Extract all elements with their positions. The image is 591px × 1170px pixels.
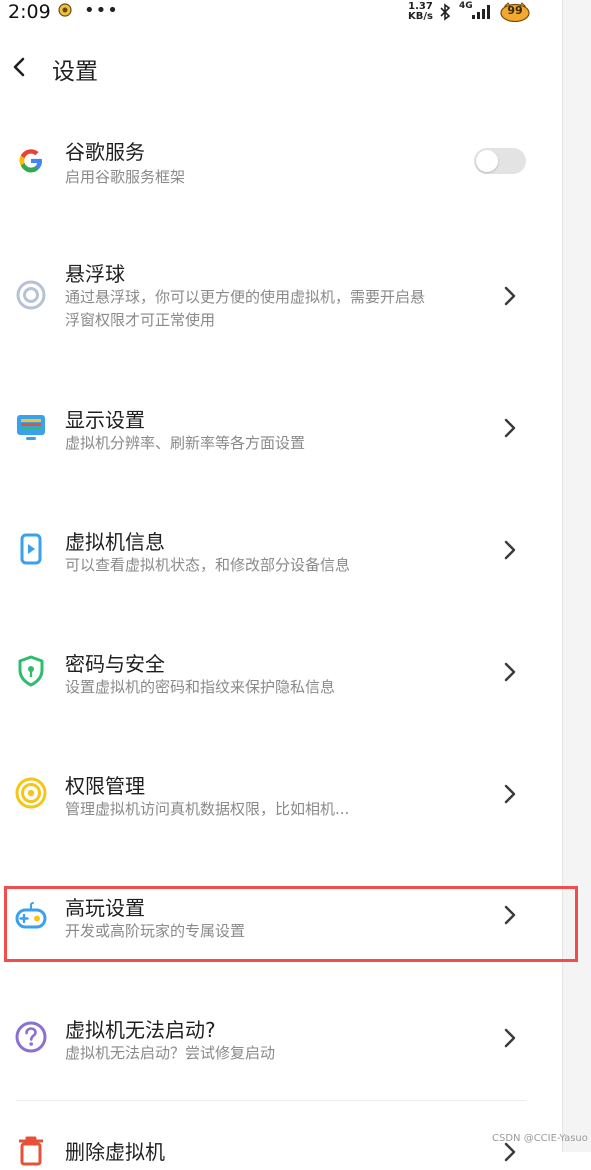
- watermark: CSDN @CCIE-Yasuo: [492, 1133, 588, 1144]
- delete-vm-title: 删除虚拟机: [65, 1140, 165, 1164]
- floating-ball-title: 悬浮球: [65, 262, 125, 286]
- permissions-title: 权限管理: [65, 774, 145, 798]
- header: 设置: [0, 44, 563, 92]
- vm-info-icon: [20, 533, 42, 565]
- bluetooth-icon: [440, 3, 451, 21]
- right-edge-panel: [562, 0, 591, 1152]
- settings-item-display[interactable]: 显示设置 虚拟机分辨率、刷新率等各方面设置: [0, 398, 560, 468]
- shield-icon: [18, 655, 44, 687]
- cannot-start-title: 虚拟机无法启动?: [65, 1018, 216, 1042]
- status-bar: 2:09 ••• 1.37 KB/s 4G 99: [0, 0, 563, 28]
- trash-icon: [19, 1136, 43, 1166]
- chevron-right-icon: [504, 540, 516, 560]
- floating-ball-desc-line2: 浮窗权限才可正常使用: [65, 311, 216, 329]
- chevron-right-icon: [504, 784, 516, 804]
- permissions-icon: [15, 777, 47, 809]
- more-notifications-icon: •••: [84, 0, 119, 21]
- chevron-right-icon: [504, 286, 516, 306]
- battery-indicator: 99: [499, 2, 531, 23]
- settings-item-floating-ball[interactable]: 悬浮球 通过悬浮球，你可以更方便的使用虚拟机，需要开启悬 浮窗权限才可正常使用: [0, 252, 560, 336]
- google-icon: [19, 149, 42, 173]
- cannot-start-desc: 虚拟机无法启动？尝试修复启动: [65, 1044, 276, 1062]
- network-speed: 1.37 KB/s: [408, 2, 433, 22]
- network-speed-unit: KB/s: [408, 11, 433, 22]
- floating-ball-desc-line1: 通过悬浮球，你可以更方便的使用虚拟机，需要开启悬: [65, 288, 426, 306]
- settings-item-google-services[interactable]: 谷歌服务 启用谷歌服务框架: [0, 130, 560, 200]
- settings-item-permissions[interactable]: 权限管理 管理虚拟机访问真机数据权限，比如相机...: [0, 764, 560, 834]
- highlight-annotation-box: [4, 886, 578, 962]
- chevron-right-icon: [504, 1028, 516, 1048]
- chevron-right-icon: [504, 418, 516, 438]
- back-arrow-icon[interactable]: [6, 50, 36, 84]
- settings-item-delete-vm[interactable]: 删除虚拟机: [0, 1130, 560, 1170]
- question-icon: [15, 1021, 47, 1053]
- settings-item-password-security[interactable]: 密码与安全 设置虚拟机的密码和指纹来保护隐私信息: [0, 642, 560, 712]
- vm-info-desc: 可以查看虚拟机状态，和修改部分设备信息: [65, 556, 351, 574]
- display-settings-desc: 虚拟机分辨率、刷新率等各方面设置: [65, 434, 306, 452]
- section-divider: [16, 1100, 526, 1101]
- status-time: 2:09: [8, 1, 51, 23]
- battery-level: 99: [507, 4, 523, 17]
- display-settings-title: 显示设置: [65, 408, 145, 432]
- toggle-knob: [476, 150, 498, 172]
- password-security-title: 密码与安全: [65, 652, 165, 676]
- google-services-toggle[interactable]: [474, 148, 526, 174]
- signal-icon: [472, 5, 490, 19]
- notification-icon: [58, 3, 72, 17]
- floating-ball-icon: [16, 280, 46, 310]
- google-services-desc: 启用谷歌服务框架: [65, 168, 186, 186]
- settings-item-vm-info[interactable]: 虚拟机信息 可以查看虚拟机状态，和修改部分设备信息: [0, 520, 560, 590]
- password-security-desc: 设置虚拟机的密码和指纹来保护隐私信息: [65, 678, 336, 696]
- settings-item-cannot-start[interactable]: 虚拟机无法启动? 虚拟机无法启动？尝试修复启动: [0, 1008, 560, 1078]
- permissions-desc: 管理虚拟机访问真机数据权限，比如相机...: [65, 800, 350, 818]
- chevron-right-icon: [504, 662, 516, 682]
- google-services-title: 谷歌服务: [65, 140, 145, 164]
- display-icon: [17, 415, 45, 440]
- page-title: 设置: [52, 59, 98, 85]
- vm-info-title: 虚拟机信息: [65, 530, 165, 554]
